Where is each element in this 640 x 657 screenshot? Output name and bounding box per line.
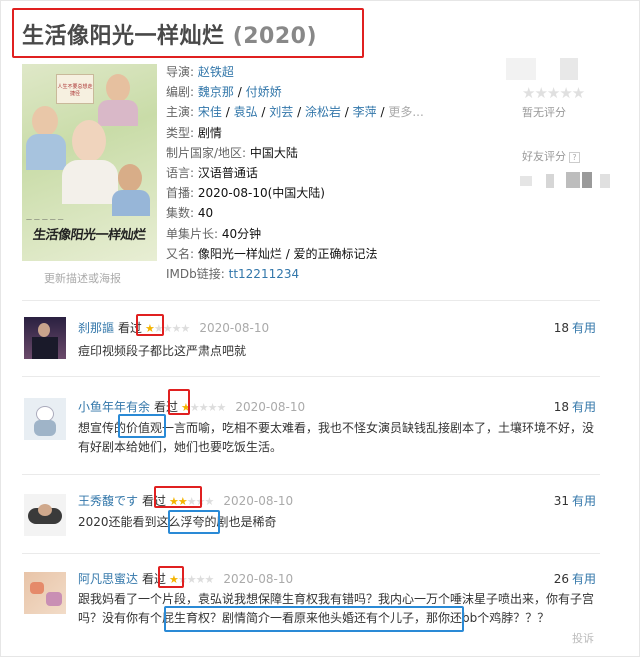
useful-vote[interactable]: 26 有用 [554,571,596,587]
runtime-value: 40分钟 [221,226,262,241]
section-divider [22,300,600,301]
star-highlight-box [158,566,184,588]
avatar[interactable] [24,572,66,614]
poster-sign: 人生不要总想走捷径 [56,74,94,104]
poster-art-title: 生活像阳光一样灿烂 [31,228,147,243]
episodes-value: 40 [197,206,214,221]
writer-link[interactable]: 魏京那 [198,85,234,99]
phrase-highlight-box [164,606,464,632]
info-panel: 导演: 赵铁超 编剧: 魏京那 / 付娇娇 主演: 宋佳 / 袁弘 / 刘芸 /… [166,65,424,281]
page-title: 生活像阳光一样灿烂 (2020) [22,18,317,50]
title-text: 生活像阳光一样灿烂 [22,24,225,49]
edit-poster-link[interactable]: 更新描述或海报 [44,270,121,286]
imdb-link[interactable]: tt12211234 [229,267,300,281]
section-divider [22,553,600,554]
section-divider [22,474,600,475]
comment-user-link[interactable]: 阿凡思蜜达 [78,572,138,586]
blurred-friend-avatars [520,172,620,188]
report-link[interactable]: 投诉 [572,630,594,646]
comment-text: 痘印视频段子都比这严肃点吧就 [78,344,247,358]
useful-vote[interactable]: 18 有用 [554,320,596,336]
cast-link[interactable]: 李萍 [353,105,377,119]
cast-link[interactable]: 袁弘 [234,105,258,119]
genre-value: 剧情 [197,125,222,140]
comment-user-link[interactable]: 小鱼年年有余 [78,400,150,414]
blurred-rating-area [560,58,578,80]
director-link[interactable]: 赵铁超 [198,65,234,79]
cast-link[interactable]: 刘芸 [269,105,293,119]
comment-date: 2020-08-10 [223,572,294,586]
avatar[interactable] [24,494,66,536]
rating-stars: ★★★★★ [522,84,585,102]
star-highlight-box [168,389,190,415]
comment-text: 2020还能看到这么浮夸的剧也是稀奇 [78,515,277,529]
comment-user-link[interactable]: 刹那謳 [78,321,114,335]
poster-credits: — — — — — [26,216,64,223]
comment-date: 2020-08-10 [199,321,270,335]
friend-rating-label: 好友评分? [522,148,580,164]
comment-date: 2020-08-10 [235,400,306,414]
blurred-rating-area [506,58,536,80]
help-icon[interactable]: ? [569,151,580,163]
section-divider [22,376,600,377]
writer-link[interactable]: 付娇娇 [246,85,282,99]
title-year: (2020) [232,24,318,49]
cast-more-link[interactable]: 更多... [388,105,423,119]
cast-link[interactable]: 涂松岩 [305,105,341,119]
useful-vote[interactable]: 18 有用 [554,399,596,415]
star-highlight-box [136,314,164,336]
avatar[interactable] [24,398,66,440]
star-highlight-box [154,486,202,508]
useful-vote[interactable]: 31 有用 [554,493,596,509]
comment-date: 2020-08-10 [223,494,294,508]
phrase-highlight-box [118,414,166,438]
phrase-highlight-box [168,510,220,534]
country-value: 中国大陆 [249,145,298,160]
comment-user-link[interactable]: 王秀馥です [78,494,138,508]
avatar[interactable] [24,317,66,359]
language-value: 汉语普通话 [197,165,258,180]
aka-value: 像阳光一样灿烂 / 爱的正确标记法 [197,246,378,261]
poster-image[interactable]: 人生不要总想走捷径 — — — — — 生活像阳光一样灿烂 [22,64,157,261]
cast-link[interactable]: 宋佳 [198,105,222,119]
rating-none-text: 暂无评分 [522,106,566,119]
premiere-value: 2020-08-10(中国大陆) [197,186,325,201]
